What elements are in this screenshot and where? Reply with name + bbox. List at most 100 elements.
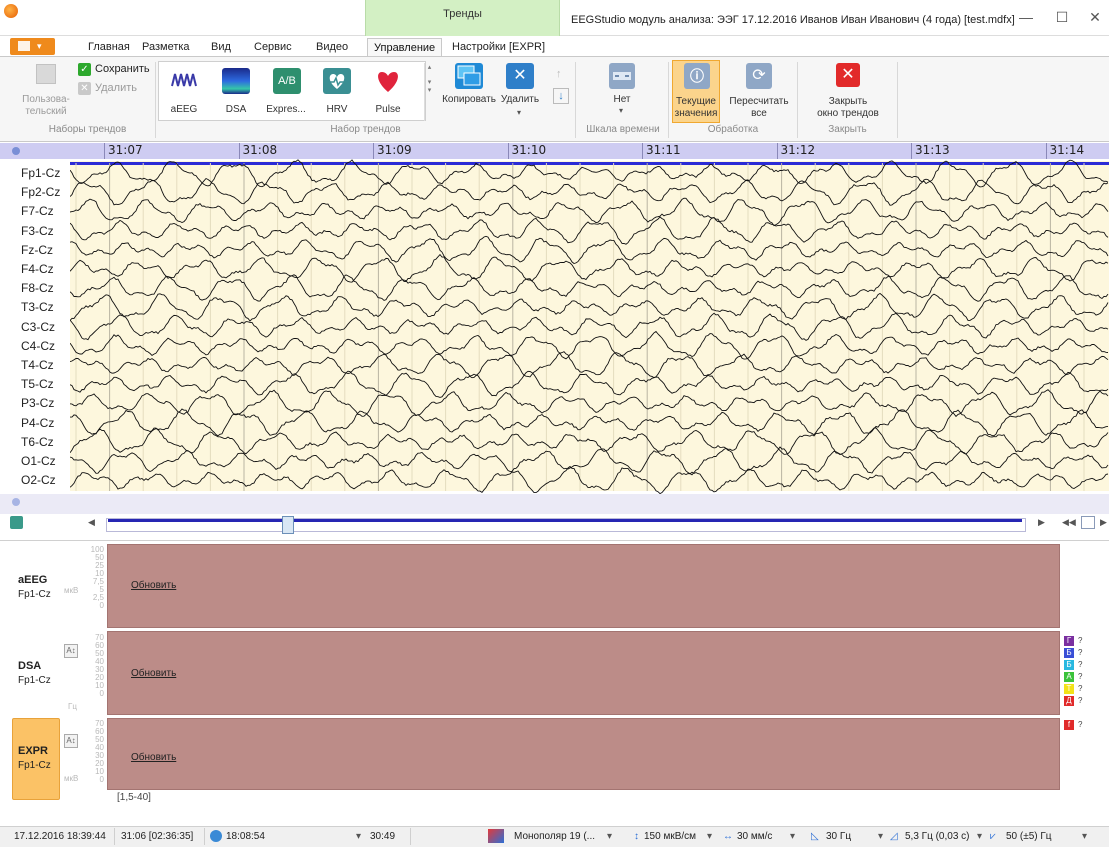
file-menu-button[interactable]: ▾ (10, 38, 55, 55)
aeeg-trend-title[interactable]: aEEG (18, 574, 47, 586)
notch-dropdown[interactable]: 50 (±5) Гц (1006, 831, 1052, 842)
recalc-label-1[interactable]: Пересчитать (724, 96, 794, 108)
eeg-traces[interactable] (70, 159, 1109, 494)
expr-update-link[interactable]: Обновить (131, 752, 176, 763)
channel-label[interactable]: P3-Cz (21, 396, 54, 410)
trend-dsa-button[interactable]: DSA (218, 104, 254, 116)
trend-express-button[interactable]: Expres... (265, 104, 307, 116)
move-down-icon[interactable]: ↓ (553, 88, 569, 104)
move-up-icon[interactable]: ↑ (556, 68, 562, 80)
chevron-down-icon[interactable]: ▾ (1082, 831, 1087, 842)
dsa-unit: Гц (68, 702, 77, 711)
trend-aeeg-button[interactable]: aEEG (166, 104, 202, 116)
delete-button[interactable]: Удалить (496, 94, 544, 106)
ribbon-separator (797, 62, 798, 138)
channel-label[interactable]: T6-Cz (21, 435, 54, 449)
status-clock[interactable]: 18:08:54 (226, 831, 265, 842)
recalc-label-2[interactable]: все (724, 108, 794, 120)
dsa-trend-title[interactable]: DSA (18, 660, 41, 672)
tab-home[interactable]: Главная (82, 38, 136, 56)
close-trends-label-1[interactable]: Закрыть (808, 96, 888, 108)
chevron-down-icon[interactable]: ▾ (517, 108, 521, 117)
channel-label[interactable]: C4-Cz (21, 339, 55, 353)
channel-label[interactable]: F3-Cz (21, 224, 54, 238)
expr-autoscale-icon[interactable]: A↕ (64, 734, 78, 748)
close-window-button[interactable]: ✕ (1081, 6, 1109, 28)
channel-label[interactable]: F8-Cz (21, 281, 54, 295)
maximize-button[interactable]: ☐ (1048, 6, 1076, 28)
tab-service[interactable]: Сервис (248, 38, 298, 56)
speed-dropdown[interactable]: 30 мм/с (737, 831, 772, 842)
eeg-trace (70, 253, 1109, 283)
scroll-right-icon[interactable]: ▶ (1038, 517, 1045, 528)
expr-scale: 70 60 50 40 30 20 10 0 (82, 720, 104, 784)
gallery-scroll[interactable]: ▴ ▾ ▾ (424, 63, 434, 121)
save-button[interactable]: Сохранить (95, 63, 150, 75)
channel-label[interactable]: T5-Cz (21, 377, 54, 391)
trend-pulse-button[interactable]: Pulse (370, 104, 406, 116)
channel-label[interactable]: F7-Cz (21, 204, 54, 218)
chevron-down-icon[interactable]: ▾ (619, 106, 623, 115)
tab-markup[interactable]: Разметка (136, 38, 196, 56)
time-scale-dropdown[interactable]: Нет (600, 94, 644, 106)
dsa-update-link[interactable]: Обновить (131, 668, 176, 679)
dsa-trend-plot[interactable] (107, 631, 1060, 715)
tab-view[interactable]: Вид (205, 38, 237, 56)
channel-label[interactable]: T3-Cz (21, 300, 54, 314)
highpass-dropdown[interactable]: 5,3 Гц (0,03 с) (905, 831, 970, 842)
expr-trend-channel[interactable]: Fp1-Cz (18, 760, 51, 771)
status-position: 31:06 [02:36:35] (121, 831, 194, 842)
chevron-down-icon[interactable]: ▾ (707, 831, 712, 842)
tab-settings-expr[interactable]: Настройки [EXPR] (446, 38, 551, 56)
tab-video[interactable]: Видео (310, 38, 354, 56)
lowpass-dropdown[interactable]: 30 Гц (826, 831, 851, 842)
user-set-label-1[interactable]: Пользова- (20, 94, 72, 106)
sensitivity-dropdown[interactable]: 150 мкВ/см (644, 831, 696, 842)
copy-button[interactable]: Копировать (434, 94, 504, 106)
channel-label[interactable]: C3-Cz (21, 320, 55, 334)
scroll-end-icon[interactable]: ▶ (1100, 517, 1107, 528)
app-logo-icon[interactable] (4, 4, 18, 18)
tab-control[interactable]: Управление (367, 38, 443, 56)
channel-label[interactable]: O1-Cz (21, 454, 56, 468)
chevron-down-icon[interactable]: ▾ (790, 831, 795, 842)
expand-icon[interactable] (12, 498, 20, 506)
chevron-down-icon[interactable]: ▾ (356, 831, 361, 842)
aeeg-trend-channel[interactable]: Fp1-Cz (18, 589, 51, 600)
overview-icon[interactable] (10, 516, 23, 529)
channel-label[interactable]: Fp2-Cz (21, 185, 60, 199)
dsa-autoscale-icon[interactable]: A↕ (64, 644, 78, 658)
band-legend-value: ? (1078, 660, 1083, 669)
dsa-trend-channel[interactable]: Fp1-Cz (18, 675, 51, 686)
chevron-down-icon[interactable]: ▾ (607, 831, 612, 842)
chevron-down-icon[interactable]: ▾ (977, 831, 982, 842)
eeg-trace (70, 408, 1109, 437)
aeeg-update-link[interactable]: Обновить (131, 580, 176, 591)
user-set-label-2[interactable]: тельский (20, 106, 72, 118)
channel-label[interactable]: O2-Cz (21, 473, 56, 487)
channel-label[interactable]: Fz-Cz (21, 243, 53, 257)
expr-legend-value: ? (1078, 720, 1083, 729)
channel-label[interactable]: Fp1-Cz (21, 166, 60, 180)
chevron-down-icon[interactable]: ▾ (878, 831, 883, 842)
scroll-left-icon[interactable]: ◀ (88, 517, 95, 528)
collapse-icon[interactable] (12, 147, 20, 155)
trend-hrv-button[interactable]: HRV (319, 104, 355, 116)
minimize-button[interactable]: — (1012, 6, 1040, 28)
expr-trend-title[interactable]: EXPR (18, 745, 48, 757)
montage-dropdown[interactable]: Монополяр 19 (... (514, 831, 595, 842)
aeeg-trend-plot[interactable] (107, 544, 1060, 628)
clock-icon (210, 830, 222, 842)
channel-label[interactable]: P4-Cz (21, 416, 54, 430)
window-layout-icon[interactable] (1081, 516, 1095, 529)
band-legend-swatch: Б (1064, 648, 1074, 658)
delete-set-button[interactable]: Удалить (95, 82, 137, 94)
expr-trend-plot[interactable] (107, 718, 1060, 790)
channel-label[interactable]: T4-Cz (21, 358, 54, 372)
expr-trend-selected[interactable] (12, 718, 60, 800)
close-trends-label-2[interactable]: окно трендов (808, 108, 888, 120)
channel-label[interactable]: F4-Cz (21, 262, 54, 276)
timeline-thumb[interactable] (282, 516, 294, 534)
express-icon: A/B (273, 68, 301, 94)
rewind-icon[interactable]: ◀◀ (1062, 517, 1076, 528)
